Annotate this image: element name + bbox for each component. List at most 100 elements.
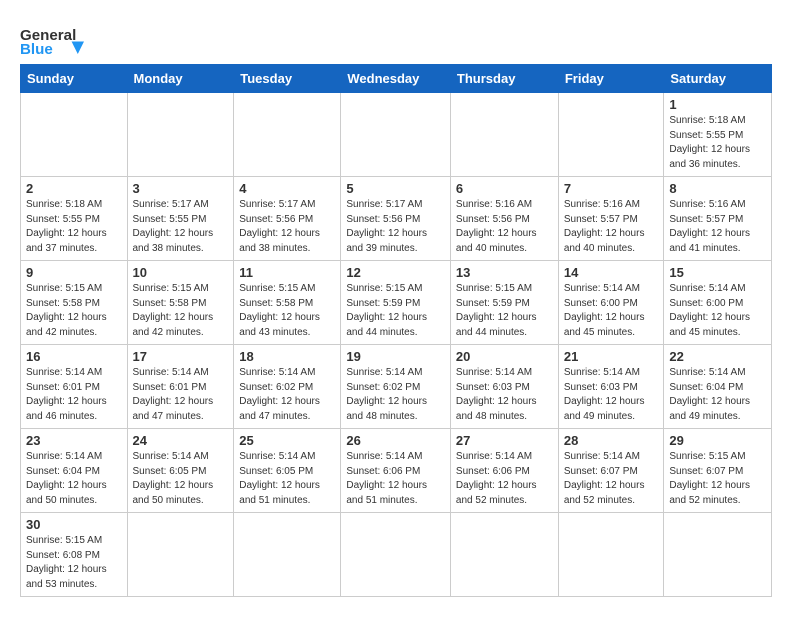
day-info: Sunrise: 5:14 AM Sunset: 6:00 PM Dayligh… xyxy=(669,282,766,340)
calendar-cell: 15 Sunrise: 5:14 AM Sunset: 6:00 PM Dayli… xyxy=(664,261,772,345)
calendar-table: SundayMondayTuesdayWednesdayThursdayFrid… xyxy=(20,64,772,597)
calendar-cell: 3 Sunrise: 5:17 AM Sunset: 5:55 PM Daylig… xyxy=(127,177,234,261)
calendar-cell: 17 Sunrise: 5:14 AM Sunset: 6:01 PM Dayli… xyxy=(127,345,234,429)
day-info: Sunrise: 5:16 AM Sunset: 5:57 PM Dayligh… xyxy=(564,198,659,256)
calendar-cell xyxy=(450,513,558,597)
calendar-cell: 1Sunrise: 5:18 AM Sunset: 5:55 PM Daylig… xyxy=(664,93,772,177)
day-info: Sunrise: 5:14 AM Sunset: 6:07 PM Dayligh… xyxy=(564,450,659,508)
calendar-header-friday: Friday xyxy=(558,65,664,93)
calendar-cell xyxy=(21,93,128,177)
day-info: Sunrise: 5:17 AM Sunset: 5:56 PM Dayligh… xyxy=(346,198,445,256)
day-info: Sunrise: 5:17 AM Sunset: 5:55 PM Dayligh… xyxy=(133,198,229,256)
calendar-cell: 7 Sunrise: 5:16 AM Sunset: 5:57 PM Daylig… xyxy=(558,177,664,261)
day-info: Sunrise: 5:15 AM Sunset: 5:58 PM Dayligh… xyxy=(26,282,122,340)
calendar-week-1: 1Sunrise: 5:18 AM Sunset: 5:55 PM Daylig… xyxy=(21,93,772,177)
calendar-week-5: 23Sunrise: 5:14 AM Sunset: 6:04 PM Dayli… xyxy=(21,429,772,513)
day-number: 7 xyxy=(564,181,659,196)
calendar-cell: 8 Sunrise: 5:16 AM Sunset: 5:57 PM Daylig… xyxy=(664,177,772,261)
day-number: 11 xyxy=(239,265,335,280)
calendar-cell: 20Sunrise: 5:14 AM Sunset: 6:03 PM Dayli… xyxy=(450,345,558,429)
calendar-cell xyxy=(127,93,234,177)
calendar-cell: 19Sunrise: 5:14 AM Sunset: 6:02 PM Dayli… xyxy=(341,345,451,429)
day-number: 13 xyxy=(456,265,553,280)
day-number: 9 xyxy=(26,265,122,280)
day-info: Sunrise: 5:17 AM Sunset: 5:56 PM Dayligh… xyxy=(239,198,335,256)
day-info: Sunrise: 5:16 AM Sunset: 5:56 PM Dayligh… xyxy=(456,198,553,256)
day-number: 2 xyxy=(26,181,122,196)
page: General Blue SundayMondayTuesdayWednesda… xyxy=(0,0,792,617)
calendar-cell: 11 Sunrise: 5:15 AM Sunset: 5:58 PM Dayli… xyxy=(234,261,341,345)
day-info: Sunrise: 5:15 AM Sunset: 6:08 PM Dayligh… xyxy=(26,534,122,592)
day-info: Sunrise: 5:15 AM Sunset: 5:58 PM Dayligh… xyxy=(133,282,229,340)
header: General Blue xyxy=(20,16,772,56)
day-number: 27 xyxy=(456,433,553,448)
calendar-header-saturday: Saturday xyxy=(664,65,772,93)
calendar-cell: 12 Sunrise: 5:15 AM Sunset: 5:59 PM Dayli… xyxy=(341,261,451,345)
calendar-week-4: 16 Sunrise: 5:14 AM Sunset: 6:01 PM Dayli… xyxy=(21,345,772,429)
day-info: Sunrise: 5:14 AM Sunset: 6:05 PM Dayligh… xyxy=(133,450,229,508)
calendar-cell: 5 Sunrise: 5:17 AM Sunset: 5:56 PM Daylig… xyxy=(341,177,451,261)
day-info: Sunrise: 5:14 AM Sunset: 6:01 PM Dayligh… xyxy=(133,366,229,424)
day-number: 8 xyxy=(669,181,766,196)
day-number: 4 xyxy=(239,181,335,196)
day-info: Sunrise: 5:14 AM Sunset: 6:04 PM Dayligh… xyxy=(669,366,766,424)
day-info: Sunrise: 5:18 AM Sunset: 5:55 PM Dayligh… xyxy=(26,198,122,256)
day-number: 24 xyxy=(133,433,229,448)
calendar-cell: 21 Sunrise: 5:14 AM Sunset: 6:03 PM Dayli… xyxy=(558,345,664,429)
svg-text:Blue: Blue xyxy=(20,41,53,56)
day-info: Sunrise: 5:15 AM Sunset: 6:07 PM Dayligh… xyxy=(669,450,766,508)
day-number: 3 xyxy=(133,181,229,196)
calendar-header-monday: Monday xyxy=(127,65,234,93)
day-number: 25 xyxy=(239,433,335,448)
day-number: 12 xyxy=(346,265,445,280)
day-info: Sunrise: 5:14 AM Sunset: 6:01 PM Dayligh… xyxy=(26,366,122,424)
day-info: Sunrise: 5:15 AM Sunset: 5:58 PM Dayligh… xyxy=(239,282,335,340)
calendar-cell: 16 Sunrise: 5:14 AM Sunset: 6:01 PM Dayli… xyxy=(21,345,128,429)
calendar-cell: 9 Sunrise: 5:15 AM Sunset: 5:58 PM Daylig… xyxy=(21,261,128,345)
day-number: 29 xyxy=(669,433,766,448)
calendar-cell: 2 Sunrise: 5:18 AM Sunset: 5:55 PM Daylig… xyxy=(21,177,128,261)
calendar-cell xyxy=(234,93,341,177)
calendar-cell: 18 Sunrise: 5:14 AM Sunset: 6:02 PM Dayli… xyxy=(234,345,341,429)
calendar-week-6: 30 Sunrise: 5:15 AM Sunset: 6:08 PM Dayli… xyxy=(21,513,772,597)
calendar-cell xyxy=(450,93,558,177)
calendar-cell: 26Sunrise: 5:14 AM Sunset: 6:06 PM Dayli… xyxy=(341,429,451,513)
calendar-week-2: 2 Sunrise: 5:18 AM Sunset: 5:55 PM Daylig… xyxy=(21,177,772,261)
calendar-header-wednesday: Wednesday xyxy=(341,65,451,93)
day-number: 6 xyxy=(456,181,553,196)
day-info: Sunrise: 5:14 AM Sunset: 6:06 PM Dayligh… xyxy=(456,450,553,508)
day-number: 22 xyxy=(669,349,766,364)
calendar-cell: 13Sunrise: 5:15 AM Sunset: 5:59 PM Dayli… xyxy=(450,261,558,345)
day-number: 16 xyxy=(26,349,122,364)
day-number: 17 xyxy=(133,349,229,364)
calendar-cell xyxy=(341,513,451,597)
calendar-cell: 25 Sunrise: 5:14 AM Sunset: 6:05 PM Dayli… xyxy=(234,429,341,513)
calendar-week-3: 9 Sunrise: 5:15 AM Sunset: 5:58 PM Daylig… xyxy=(21,261,772,345)
day-info: Sunrise: 5:14 AM Sunset: 6:05 PM Dayligh… xyxy=(239,450,335,508)
day-number: 15 xyxy=(669,265,766,280)
day-number: 20 xyxy=(456,349,553,364)
day-info: Sunrise: 5:14 AM Sunset: 6:00 PM Dayligh… xyxy=(564,282,659,340)
calendar-cell: 22 Sunrise: 5:14 AM Sunset: 6:04 PM Dayli… xyxy=(664,345,772,429)
calendar-cell xyxy=(558,93,664,177)
day-info: Sunrise: 5:14 AM Sunset: 6:02 PM Dayligh… xyxy=(239,366,335,424)
day-number: 28 xyxy=(564,433,659,448)
calendar-header-tuesday: Tuesday xyxy=(234,65,341,93)
day-number: 5 xyxy=(346,181,445,196)
day-number: 19 xyxy=(346,349,445,364)
calendar-header-row: SundayMondayTuesdayWednesdayThursdayFrid… xyxy=(21,65,772,93)
calendar-cell: 29 Sunrise: 5:15 AM Sunset: 6:07 PM Dayli… xyxy=(664,429,772,513)
day-number: 21 xyxy=(564,349,659,364)
day-info: Sunrise: 5:14 AM Sunset: 6:03 PM Dayligh… xyxy=(564,366,659,424)
day-number: 30 xyxy=(26,517,122,532)
logo-image: General Blue xyxy=(20,20,100,56)
calendar-cell xyxy=(664,513,772,597)
calendar-header-sunday: Sunday xyxy=(21,65,128,93)
day-info: Sunrise: 5:15 AM Sunset: 5:59 PM Dayligh… xyxy=(346,282,445,340)
day-number: 26 xyxy=(346,433,445,448)
day-info: Sunrise: 5:16 AM Sunset: 5:57 PM Dayligh… xyxy=(669,198,766,256)
day-number: 14 xyxy=(564,265,659,280)
day-number: 18 xyxy=(239,349,335,364)
calendar-cell: 24 Sunrise: 5:14 AM Sunset: 6:05 PM Dayli… xyxy=(127,429,234,513)
day-number: 1 xyxy=(669,97,766,112)
